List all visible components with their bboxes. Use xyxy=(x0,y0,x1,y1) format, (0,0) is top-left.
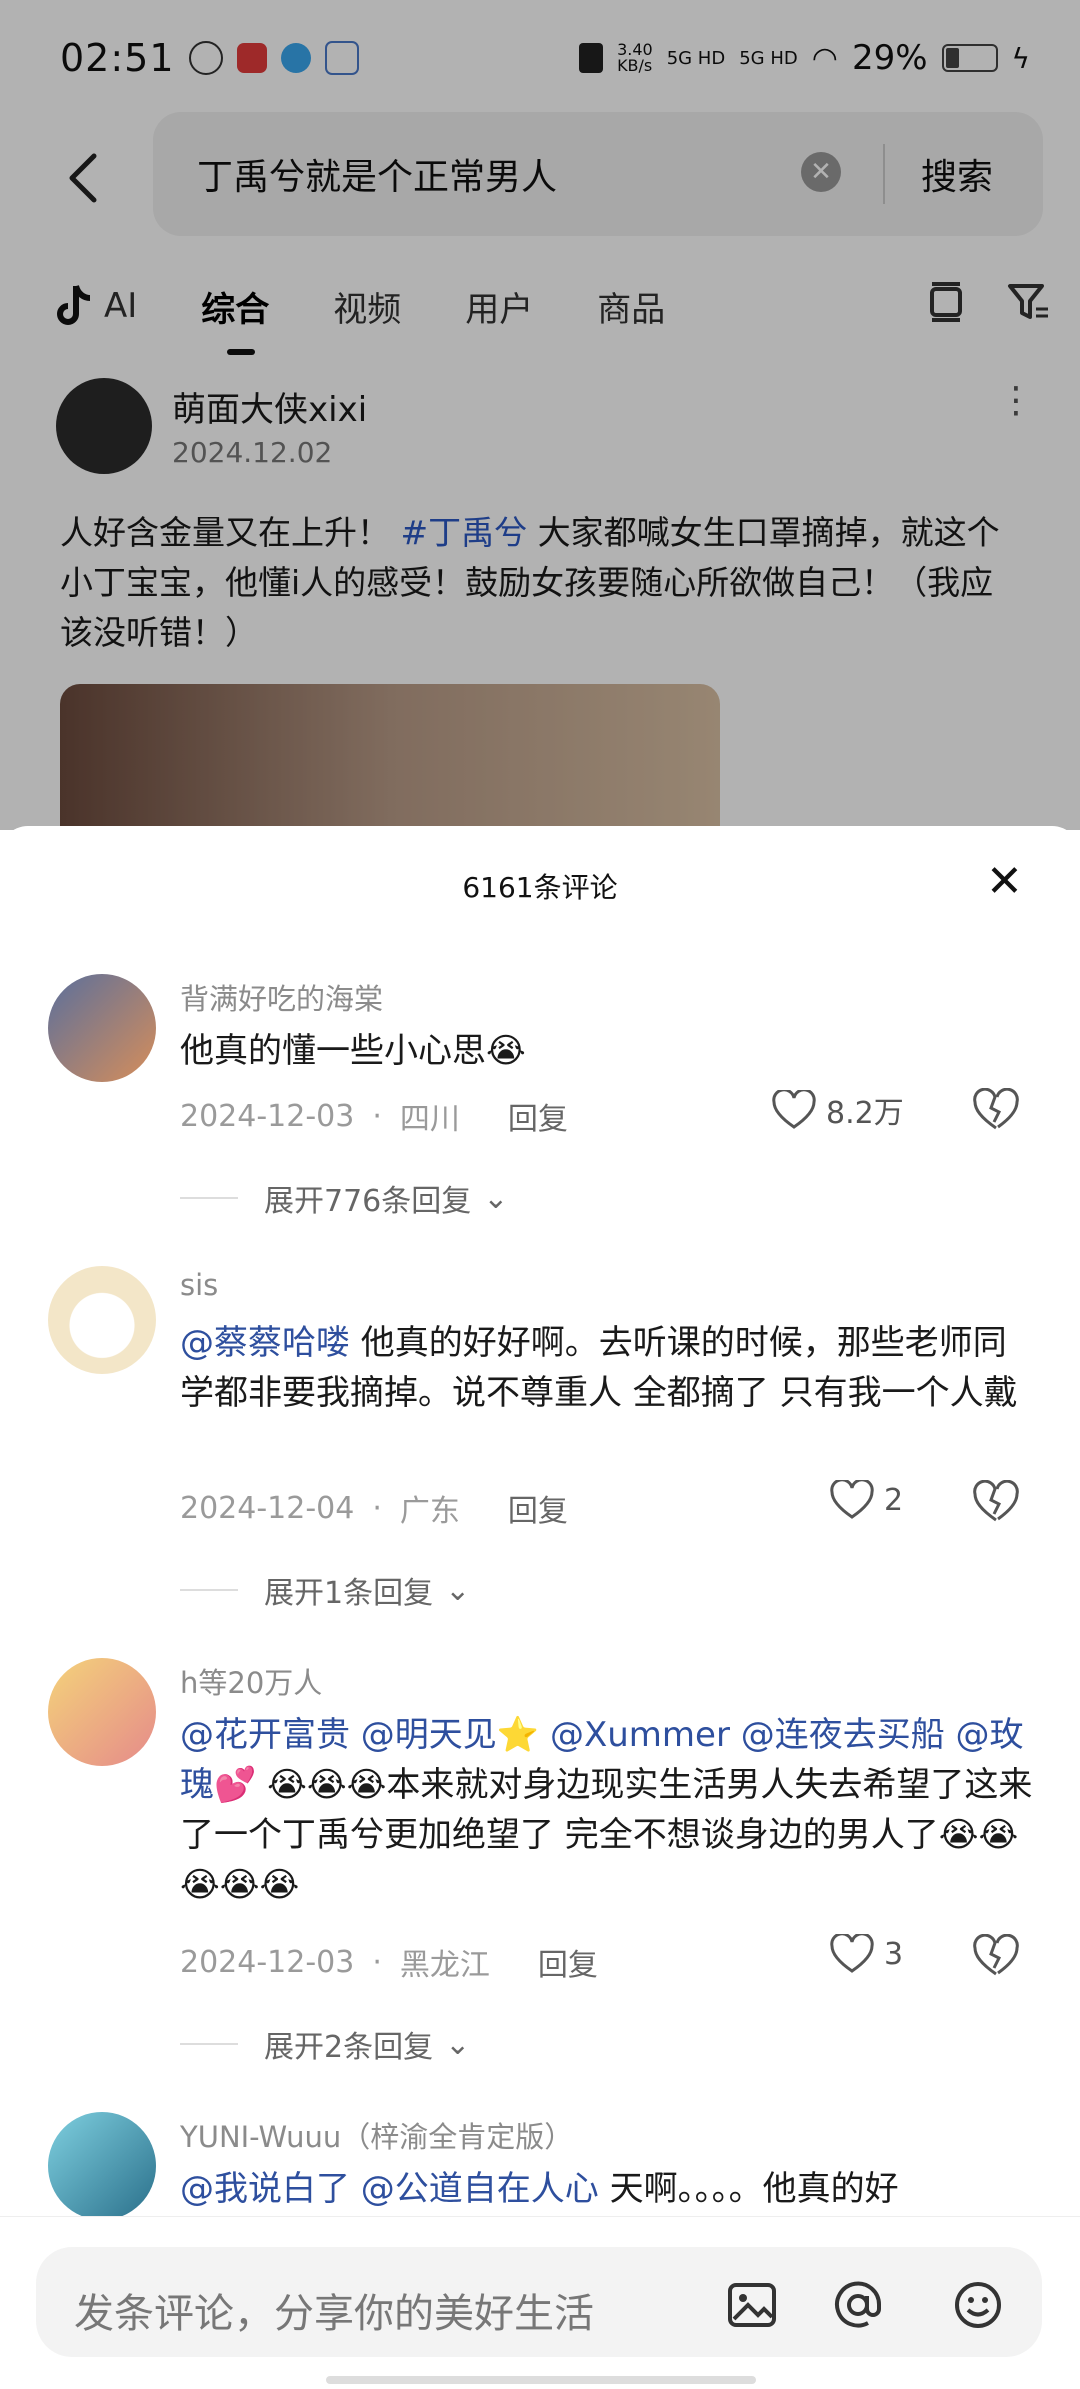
dislike-icon[interactable] xyxy=(972,1934,1020,1978)
comment-region: 四川 xyxy=(399,1102,460,1137)
comment-meta: 2024-12-03 · 黑龙江 回复 xyxy=(180,1940,598,1984)
like-count: 8.2万 xyxy=(826,1096,904,1131)
like-button[interactable]: 3 xyxy=(830,1934,903,1974)
like-button[interactable]: 2 xyxy=(830,1480,903,1520)
expand-replies-label: 展开2条回复 xyxy=(264,2030,434,2065)
expand-replies-label: 展开776条回复 xyxy=(264,1184,472,1219)
comment-date: 2024-12-03 xyxy=(180,1944,355,1980)
commenter-avatar[interactable] xyxy=(48,1266,156,1374)
comment-text: @花开富贵 @明天见⭐ @Xummer @连夜去买船 @玫瑰💕 😭😭😭本来就对身… xyxy=(180,1710,1036,1910)
comment-mention[interactable]: @我说白了 @公道自在人心 xyxy=(180,2169,599,2209)
close-icon[interactable]: ✕ xyxy=(986,856,1023,907)
home-indicator[interactable] xyxy=(326,2376,756,2384)
commenter-name[interactable]: h等20万人 xyxy=(180,1660,322,1702)
image-icon[interactable] xyxy=(726,2279,778,2331)
commenter-name[interactable]: YUNI-Wuuu（梓渝全肯定版） xyxy=(180,2114,573,2156)
commenter-avatar[interactable] xyxy=(48,1658,156,1766)
reply-button[interactable]: 回复 xyxy=(508,1094,568,1138)
comment-region: 黑龙江 xyxy=(399,1948,490,1983)
comment-region: 广东 xyxy=(399,1494,460,1529)
comment-input[interactable]: 发条评论，分享你的美好生活 xyxy=(36,2247,1042,2357)
comment-date: 2024-12-04 xyxy=(180,1490,355,1526)
chevron-down-icon: ⌄ xyxy=(445,1572,471,1608)
commenter-avatar[interactable] xyxy=(48,2112,156,2220)
emoji-icon[interactable] xyxy=(952,2279,1004,2331)
comments-title: 6161条评论 xyxy=(462,871,618,904)
like-count: 3 xyxy=(884,1936,904,1972)
chevron-down-icon: ⌄ xyxy=(483,1180,509,1216)
modal-overlay[interactable] xyxy=(0,0,1080,830)
comment-date: 2024-12-03 xyxy=(180,1098,355,1134)
like-count: 2 xyxy=(884,1482,904,1518)
like-button[interactable]: 8.2万 xyxy=(772,1088,904,1132)
comment-input-bar: 发条评论，分享你的美好生活 xyxy=(0,2216,1080,2389)
reply-button[interactable]: 回复 xyxy=(538,1940,598,1984)
dislike-icon[interactable] xyxy=(972,1088,1020,1132)
heart-icon xyxy=(830,1480,874,1519)
comment-text: 他真的懂一些小心思😭 xyxy=(180,1031,526,1071)
expand-replies[interactable]: 展开776条回复 ⌄ xyxy=(180,1176,508,1220)
comment-text: @我说白了 @公道自在人心 天啊。。。。他真的好 xyxy=(180,2164,1036,2214)
comment-meta: 2024-12-03 · 四川 回复 xyxy=(180,1094,568,1138)
expand-replies-label: 展开1条回复 xyxy=(264,1576,434,1611)
comment-meta: 2024-12-04 · 广东 回复 xyxy=(180,1486,568,1530)
comment-body: 天啊。。。。他真的好 xyxy=(598,2169,899,2209)
dislike-icon[interactable] xyxy=(972,1480,1020,1524)
reply-button[interactable]: 回复 xyxy=(508,1486,568,1530)
expand-replies[interactable]: 展开2条回复 ⌄ xyxy=(180,2022,470,2066)
commenter-avatar[interactable] xyxy=(48,974,156,1082)
chevron-down-icon: ⌄ xyxy=(445,2026,471,2062)
comment-body: 😭😭😭本来就对身边现实生活男人失去希望了这来了一个丁禹兮更加绝望了 完全不想谈身… xyxy=(180,1765,1033,1905)
comment-text: @蔡蔡哈喽 他真的好好啊。去听课的时候，那些老师同学都非要我摘掉。说不尊重人 全… xyxy=(180,1318,1036,1418)
comments-sheet: 6161条评论 ✕ 背满好吃的海棠 他真的懂一些小心思😭 2024-12-03 ·… xyxy=(0,826,1080,2388)
mention-icon[interactable] xyxy=(832,2279,884,2331)
commenter-name[interactable]: sis xyxy=(180,1268,218,1302)
heart-icon xyxy=(772,1090,816,1129)
comment-mention[interactable]: @蔡蔡哈喽 xyxy=(180,1323,350,1363)
comment-input-placeholder: 发条评论，分享你的美好生活 xyxy=(74,2291,594,2337)
heart-icon xyxy=(830,1934,874,1973)
expand-replies[interactable]: 展开1条回复 ⌄ xyxy=(180,1568,470,1612)
commenter-name[interactable]: 背满好吃的海棠 xyxy=(180,976,383,1018)
